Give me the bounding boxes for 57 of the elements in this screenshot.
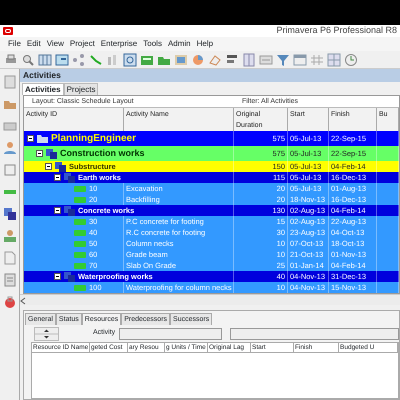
hash-icon[interactable] [310, 52, 324, 66]
wbs-icon [46, 148, 57, 158]
layout-icon[interactable] [293, 52, 307, 66]
wbs-name: Construction works [60, 147, 145, 160]
column-icon[interactable] [242, 52, 256, 66]
collapse-icon[interactable] [54, 174, 61, 181]
menu-item[interactable]: Project [70, 38, 95, 50]
scroll-left-icon[interactable] [20, 296, 26, 306]
menu-item[interactable]: Admin [168, 38, 191, 50]
tile-icon[interactable] [327, 52, 341, 66]
collapse-icon[interactable] [54, 207, 61, 214]
stack-icon[interactable] [2, 207, 16, 221]
grid-icon[interactable] [38, 52, 52, 66]
menu-item[interactable]: Tools [143, 38, 162, 50]
wbs-icon [64, 272, 75, 282]
menu-item[interactable]: View [46, 38, 64, 50]
window-title: Primavera P6 Professional R8 [276, 24, 397, 38]
folder-icon [37, 134, 48, 143]
tab[interactable]: Activities [22, 83, 64, 95]
zoom-icon[interactable] [123, 52, 137, 66]
page-icon[interactable] [2, 251, 16, 265]
activity-bar-icon [74, 196, 86, 202]
activity-id-field[interactable] [119, 328, 222, 340]
network-icon[interactable] [72, 52, 86, 66]
activity-bar-icon [74, 218, 86, 224]
pie-icon[interactable] [191, 52, 205, 66]
collapse-icon[interactable] [27, 135, 34, 142]
activity-bar-icon [74, 240, 86, 246]
document-icon[interactable] [2, 75, 16, 89]
activity-bar-icon [74, 284, 86, 290]
menu-item[interactable]: Help [196, 38, 214, 50]
tab[interactable]: Projects [64, 83, 98, 95]
magnifier-icon[interactable] [21, 52, 35, 66]
activity-bar-icon [74, 262, 86, 268]
report-icon[interactable] [2, 273, 16, 287]
activity-name-field[interactable] [230, 328, 399, 340]
person-icon[interactable] [2, 141, 16, 155]
wbs-icon [64, 206, 75, 216]
activity-bar-icon [74, 186, 86, 192]
collapse-icon[interactable] [36, 150, 43, 157]
clock-icon[interactable] [344, 52, 358, 66]
table-icon[interactable] [174, 52, 188, 66]
panel-title: Activities [20, 69, 400, 82]
list-icon[interactable] [259, 52, 273, 66]
activity-bar-icon [74, 252, 86, 258]
link-icon[interactable] [89, 52, 103, 66]
activity-bar-icon [74, 230, 86, 236]
collapse-icon[interactable] [45, 163, 52, 170]
menu-item[interactable]: Enterprise [100, 38, 138, 50]
wbs-icon [64, 172, 75, 182]
gantt-icon[interactable] [55, 52, 69, 66]
project-name: PlanningEngineer [51, 132, 136, 146]
menu-item[interactable]: Edit [26, 38, 41, 50]
collapse-icon[interactable] [54, 273, 61, 280]
wbs-icon [55, 162, 66, 172]
up-down-button[interactable] [34, 326, 59, 340]
menu-item[interactable]: File [8, 38, 21, 50]
